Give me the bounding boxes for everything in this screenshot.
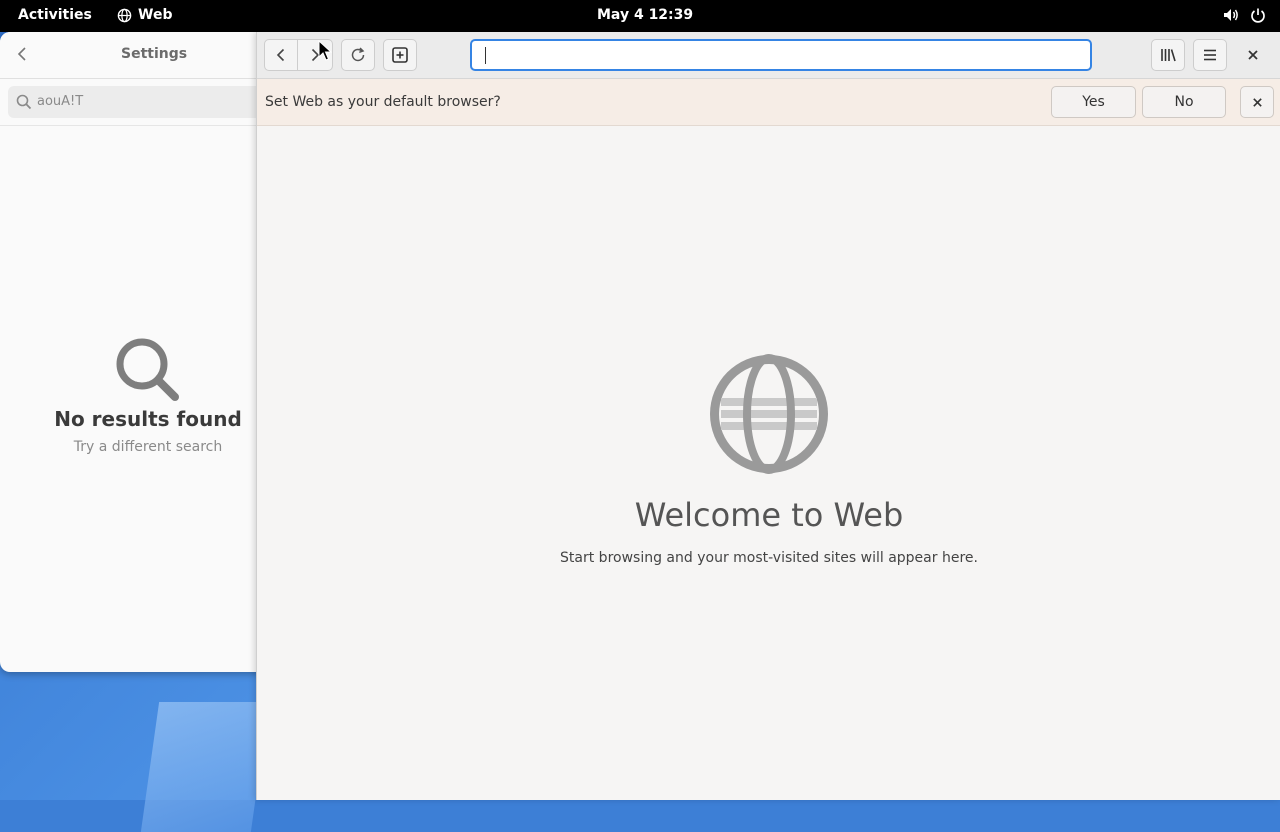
back-button[interactable]: [264, 39, 298, 71]
no-results-placeholder: No results found Try a different search: [0, 337, 296, 455]
reload-icon: [351, 47, 365, 62]
close-icon: [1252, 97, 1262, 107]
no-results-subtitle: Try a different search: [73, 439, 223, 455]
wallpaper-shape: [140, 702, 270, 832]
welcome-subtitle: Start browsing and your most-visited sit…: [560, 550, 978, 566]
web-browser-window: Set Web as your default browser? Yes No …: [256, 32, 1280, 800]
welcome-placeholder: Welcome to Web Start browsing and your m…: [257, 352, 1280, 566]
volume-icon: [1224, 9, 1238, 21]
search-icon: [116, 338, 179, 401]
chevron-left-icon: [17, 47, 26, 61]
settings-title: Settings: [121, 46, 188, 62]
top-bar: Activities Web May 4 12:39: [0, 0, 1280, 32]
settings-window: Settings aouA!T No results found Try a d…: [0, 32, 300, 672]
no-button[interactable]: No: [1142, 86, 1226, 118]
globe-icon: [710, 354, 828, 474]
settings-search-value: aouA!T: [37, 94, 84, 109]
text-caret: [485, 47, 486, 64]
hamburger-menu-icon: [1204, 49, 1216, 61]
activities-button[interactable]: Activities: [18, 7, 92, 23]
close-window-button[interactable]: [1241, 43, 1265, 67]
mouse-pointer-icon: [318, 40, 332, 61]
new-tab-button[interactable]: [383, 39, 417, 71]
address-bar-input[interactable]: [470, 39, 1092, 71]
settings-search-input[interactable]: aouA!T: [8, 86, 268, 118]
library-button[interactable]: [1151, 39, 1185, 71]
app-menu-label: Web: [138, 7, 173, 23]
settings-header: Settings: [0, 32, 300, 79]
close-icon: [1248, 50, 1258, 60]
no-results-title: No results found: [54, 407, 242, 431]
power-icon: [1251, 8, 1265, 23]
default-browser-infobar: Set Web as your default browser? Yes No: [257, 79, 1280, 126]
new-tab-icon: [392, 47, 408, 63]
main-menu-button[interactable]: [1193, 39, 1227, 71]
globe-icon: [117, 8, 132, 22]
chevron-left-icon: [276, 48, 285, 62]
library-icon: [1161, 49, 1176, 62]
settings-search-row: aouA!T: [0, 79, 300, 126]
browser-toolbar: [257, 32, 1280, 79]
clock[interactable]: May 4 12:39: [597, 7, 693, 23]
search-icon: [16, 94, 32, 110]
infobar-close-button[interactable]: [1240, 86, 1274, 118]
welcome-title: Welcome to Web: [634, 496, 904, 534]
infobar-message: Set Web as your default browser?: [265, 94, 501, 110]
yes-button[interactable]: Yes: [1051, 86, 1136, 118]
back-button[interactable]: [14, 46, 30, 66]
app-menu[interactable]: Web: [117, 7, 172, 23]
system-menu[interactable]: [1222, 6, 1266, 24]
reload-button[interactable]: [341, 39, 375, 71]
